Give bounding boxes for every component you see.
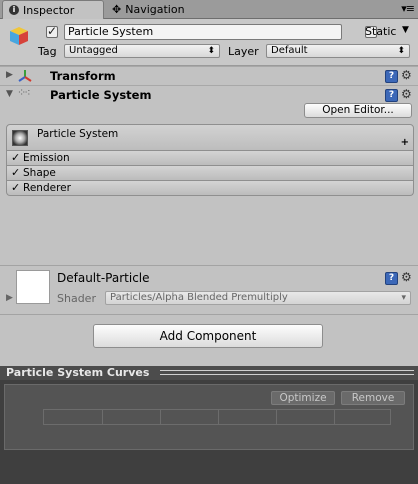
curves-body: Optimize Remove — [0, 380, 418, 484]
foldout-expanded-icon[interactable]: ▼ — [6, 89, 13, 99]
active-checkbox[interactable] — [46, 24, 58, 38]
info-icon: i — [9, 5, 19, 15]
tab-inspector[interactable]: i Inspector — [2, 0, 104, 19]
gameobject-header: Particle System Static ▼ Tag Untagged ⬍ L… — [0, 19, 418, 66]
particle-system-component-header[interactable]: ▼ ⁘⁖ Particle System ? ⚙ — [0, 85, 418, 105]
module-label: Emission — [23, 152, 70, 164]
static-label: Static — [365, 25, 397, 38]
transform-component-header[interactable]: ▶ Transform ? ⚙ — [0, 66, 418, 85]
tag-value: Untagged — [69, 45, 118, 56]
shader-label: Shader — [57, 292, 96, 305]
layer-value: Default — [271, 45, 308, 56]
checkmark-icon[interactable]: ✓ — [11, 166, 20, 179]
gear-icon[interactable]: ⚙ — [401, 270, 412, 284]
tab-navigation-label: Navigation — [125, 3, 185, 16]
navigation-icon: ✥ — [112, 3, 122, 16]
particle-preview-icon — [12, 130, 28, 146]
module-main[interactable]: Particle System + — [6, 124, 414, 151]
gear-icon[interactable]: ⚙ — [401, 87, 412, 101]
module-label: Renderer — [23, 182, 71, 194]
particle-system-icon: ⁘⁖ — [17, 86, 31, 99]
layer-label: Layer — [228, 45, 259, 58]
layer-dropdown[interactable]: Default ⬍ — [266, 44, 410, 58]
module-shape[interactable]: ✓ Shape — [6, 166, 414, 181]
add-module-button[interactable]: + — [401, 137, 409, 148]
module-main-label: Particle System — [37, 128, 119, 140]
open-editor-button[interactable]: Open Editor... — [304, 103, 412, 118]
tag-dropdown[interactable]: Untagged ⬍ — [64, 44, 220, 58]
chevron-down-icon: ▾ — [401, 293, 406, 303]
foldout-collapsed-icon[interactable]: ▶ — [6, 293, 13, 303]
static-dropdown-arrow-icon[interactable]: ▼ — [402, 25, 409, 35]
chevron-down-icon: ⬍ — [207, 46, 215, 56]
module-label: Shape — [23, 167, 56, 179]
shader-value: Particles/Alpha Blended Premultiply — [110, 292, 288, 303]
shader-dropdown[interactable]: Particles/Alpha Blended Premultiply ▾ — [105, 291, 411, 305]
particle-modules: Particle System + ✓ Emission ✓ Shape ✓ R… — [6, 124, 414, 200]
help-icon[interactable]: ? — [385, 272, 398, 285]
curves-title: Particle System Curves — [6, 366, 150, 379]
foldout-collapsed-icon[interactable]: ▶ — [6, 70, 13, 80]
name-field[interactable]: Particle System — [64, 24, 342, 40]
material-name: Default-Particle — [57, 271, 150, 285]
optimize-button[interactable]: Optimize — [271, 391, 335, 405]
gameobject-cube-icon — [10, 27, 28, 45]
tab-navigation[interactable]: ✥ Navigation — [106, 0, 206, 19]
add-component-button[interactable]: Add Component — [93, 324, 323, 348]
tag-label: Tag — [38, 45, 57, 58]
help-icon[interactable]: ? — [385, 70, 398, 83]
chevron-down-icon: ⬍ — [397, 46, 405, 56]
particle-system-title: Particle System — [50, 88, 152, 102]
help-icon[interactable]: ? — [385, 89, 398, 102]
curves-header-divider — [160, 370, 414, 375]
material-section: Default-Particle ▶ Shader Particles/Alph… — [0, 265, 418, 315]
curves-grid[interactable] — [43, 409, 391, 425]
transform-title: Transform — [50, 69, 116, 83]
module-renderer[interactable]: ✓ Renderer — [6, 181, 414, 196]
remove-button[interactable]: Remove — [341, 391, 405, 405]
curves-panel: Optimize Remove — [4, 384, 414, 450]
material-preview — [16, 270, 50, 304]
tab-inspector-label: Inspector — [23, 3, 75, 17]
module-emission[interactable]: ✓ Emission — [6, 151, 414, 166]
tab-bar: i Inspector ✥ Navigation ▾≡ — [0, 0, 418, 19]
gear-icon[interactable]: ⚙ — [401, 68, 412, 82]
curves-header[interactable]: Particle System Curves — [0, 366, 418, 380]
tab-menu-button[interactable]: ▾≡ — [401, 2, 415, 15]
transform-icon — [18, 70, 32, 82]
checkmark-icon[interactable]: ✓ — [11, 151, 20, 164]
checkmark-icon[interactable]: ✓ — [11, 181, 20, 194]
